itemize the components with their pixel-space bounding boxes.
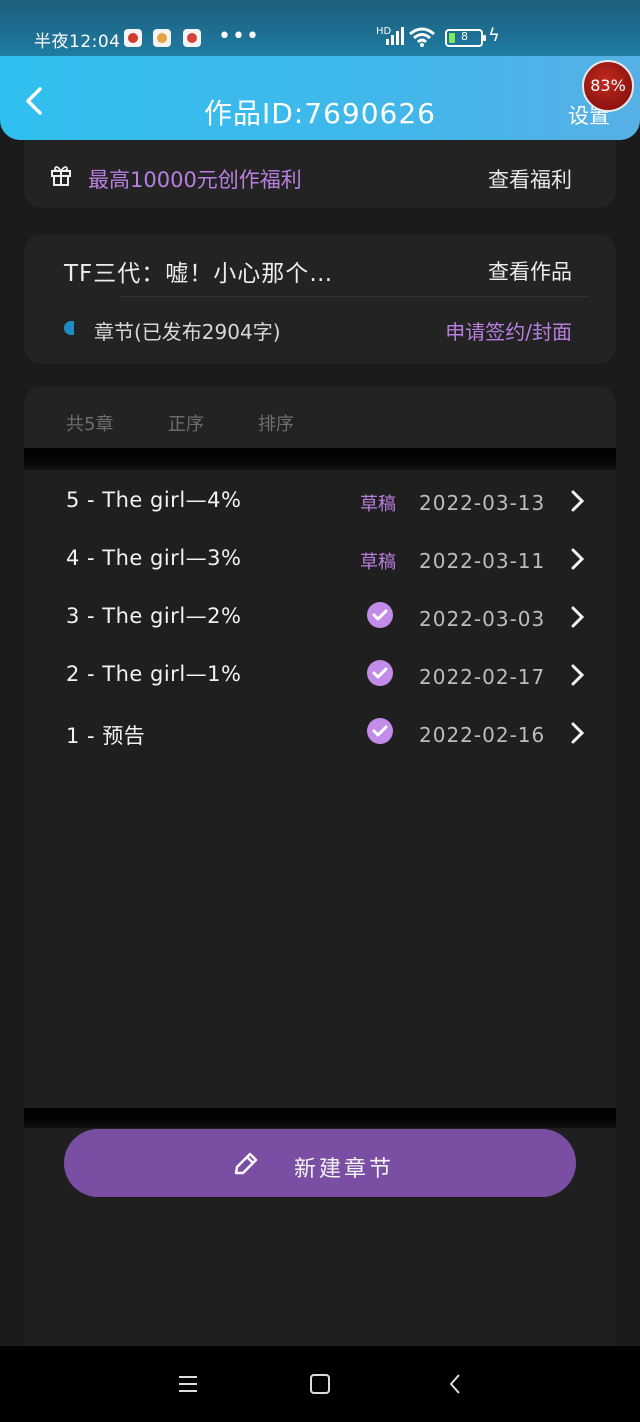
- draft-badge: 草稿: [360, 494, 396, 515]
- notification-app-icon: [183, 29, 201, 47]
- battery-icon: 8: [445, 29, 486, 47]
- chevron-right-icon: [571, 664, 585, 686]
- draft-badge: 草稿: [360, 552, 396, 573]
- work-title: TF三代：嘘！小心那个…: [64, 261, 334, 287]
- chapter-title: 3 - The girl—2%: [66, 604, 242, 628]
- chapter-row[interactable]: 5 - The girl—4% 草稿 2022-03-13: [24, 472, 616, 530]
- chapter-status: 章节(已发布2904字): [94, 320, 281, 344]
- published-check-icon: [367, 602, 393, 628]
- page-title: 作品ID:7690626: [204, 97, 436, 130]
- more-notifications-icon: •••: [218, 24, 260, 49]
- chevron-right-icon: [571, 490, 585, 512]
- status-bar: 半夜12:04 ••• HD 8 ϟ: [0, 0, 640, 60]
- list-top-shadow: [24, 448, 616, 470]
- gift-icon: [51, 166, 71, 186]
- new-chapter-button[interactable]: 新建章节: [64, 1129, 576, 1197]
- chapter-row[interactable]: 1 - 预告 2022-02-16: [24, 704, 616, 762]
- system-nav-bar: [0, 1346, 640, 1422]
- chapter-date: 2022-03-11: [419, 549, 546, 573]
- notification-app-icon: [153, 29, 171, 47]
- welfare-banner[interactable]: 最高10000元创作福利 查看福利: [24, 140, 616, 208]
- chapter-row[interactable]: 4 - The girl—3% 草稿 2022-03-11: [24, 530, 616, 588]
- apply-sign-link[interactable]: 申请签约/封面: [445, 316, 572, 345]
- chapter-title: 5 - The girl—4%: [66, 488, 242, 512]
- home-icon[interactable]: [308, 1372, 332, 1396]
- list-bottom-shadow: [24, 1108, 616, 1130]
- new-chapter-label: 新建章节: [294, 1157, 395, 1182]
- app-header: 作品ID:7690626 设置 83%: [0, 56, 640, 140]
- view-work-link[interactable]: 查看作品: [488, 256, 572, 286]
- chapter-row[interactable]: 2 - The girl—1% 2022-02-17: [24, 646, 616, 704]
- divider: [120, 296, 588, 297]
- chapter-date: 2022-03-03: [419, 607, 546, 631]
- chapter-panel-header: 共5章 正序 排序: [24, 386, 616, 448]
- menu-icon[interactable]: [176, 1372, 200, 1396]
- welfare-text: 最高10000元创作福利: [88, 168, 302, 192]
- chapter-indicator-icon: [64, 321, 74, 335]
- chapter-date: 2022-02-16: [419, 723, 546, 747]
- chapter-date: 2022-03-13: [419, 491, 546, 515]
- work-card: TF三代：嘘！小心那个… 查看作品 章节(已发布2904字) 申请签约/封面: [24, 234, 616, 364]
- charging-icon: ϟ: [488, 25, 500, 46]
- view-welfare-link[interactable]: 查看福利: [488, 164, 572, 194]
- chevron-right-icon: [571, 606, 585, 628]
- signal-icon: [386, 27, 404, 45]
- chapter-count: 共5章: [66, 414, 114, 435]
- chapter-date: 2022-02-17: [419, 665, 546, 689]
- chapter-title: 2 - The girl—1%: [66, 662, 242, 686]
- chapter-row[interactable]: 3 - The girl—2% 2022-03-03: [24, 588, 616, 646]
- chevron-right-icon: [571, 548, 585, 570]
- floating-progress-badge[interactable]: 83%: [582, 60, 634, 112]
- chapter-title: 4 - The girl—3%: [66, 546, 242, 570]
- published-check-icon: [367, 660, 393, 686]
- chapter-list: 5 - The girl—4% 草稿 2022-03-13 4 - The gi…: [24, 470, 616, 1110]
- chapter-title: 1 - 预告: [66, 724, 146, 748]
- status-time: 半夜12:04: [34, 32, 121, 52]
- order-toggle[interactable]: 正序: [168, 410, 204, 436]
- chevron-right-icon: [571, 722, 585, 744]
- back-nav-icon[interactable]: [444, 1372, 468, 1396]
- notification-app-icon: [124, 29, 142, 47]
- published-check-icon: [367, 718, 393, 744]
- sort-button[interactable]: 排序: [258, 410, 294, 436]
- pencil-icon: [234, 1152, 258, 1175]
- wifi-icon: [409, 27, 435, 47]
